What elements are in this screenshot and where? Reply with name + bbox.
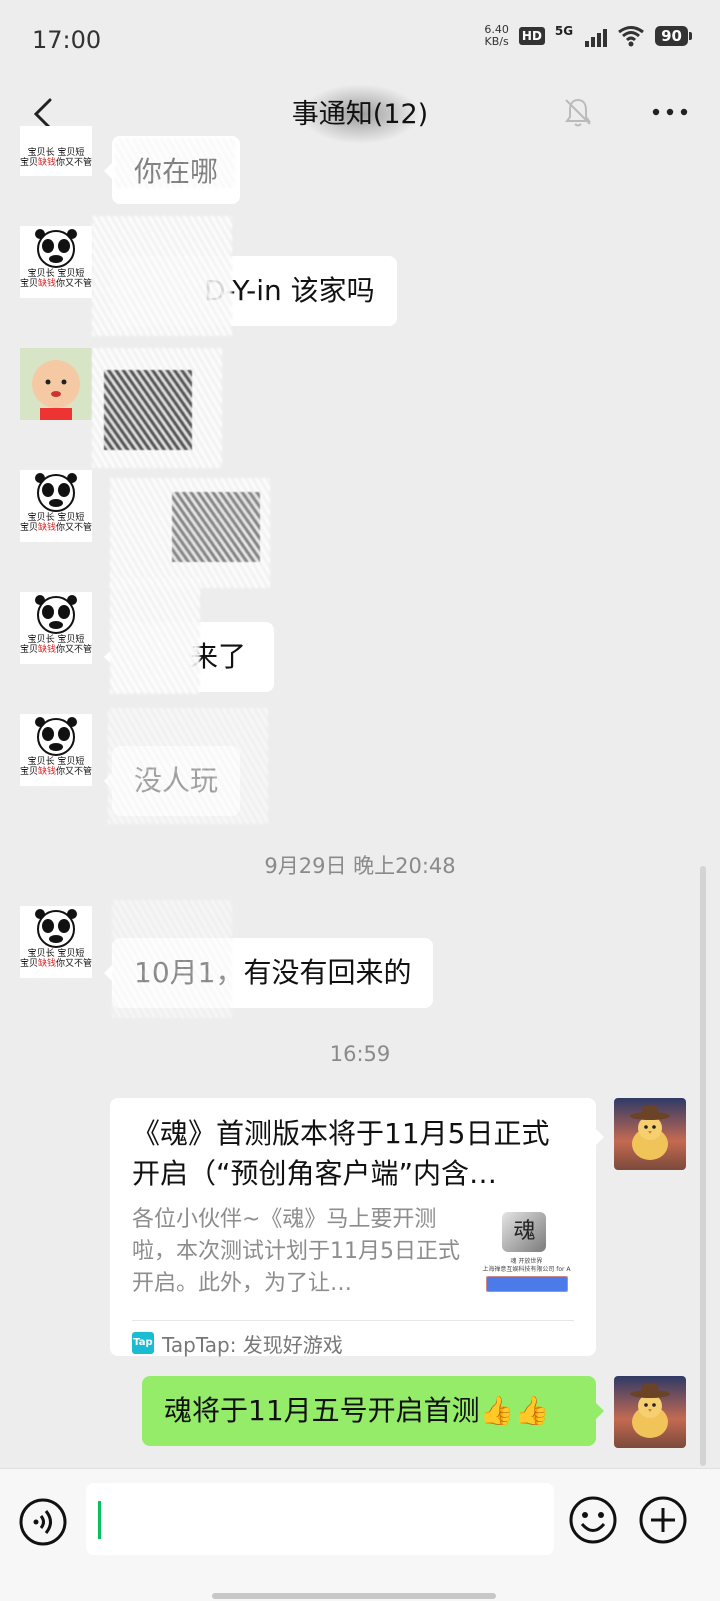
message-bubble[interactable]: D-Y-in 该家吗	[104, 256, 397, 326]
signal-icon	[585, 25, 608, 47]
message-text: 没人玩	[134, 764, 219, 797]
plus-icon[interactable]	[638, 1495, 688, 1545]
game-logo: 魂	[502, 1212, 547, 1252]
timestamp: 9月29日 晚上20:48	[264, 854, 456, 878]
avatar[interactable]: 宝贝长 宝贝短 宝贝缺钱你又不管	[20, 126, 92, 176]
avatar[interactable]: 宝贝长 宝贝短 宝贝缺钱你又不管	[20, 226, 92, 298]
chick-avatar	[630, 1106, 670, 1160]
avatar[interactable]: 宝贝长 宝贝短 宝贝缺钱你又不管	[20, 906, 92, 978]
panda-face	[35, 717, 77, 756]
card-description: 各位小伙伴~《魂》马上要开测啦，本次测试计划于11月5日正式开启。此外，为了让…	[132, 1207, 460, 1296]
message-text: D-Y-in 该家吗	[204, 274, 375, 307]
text-caret	[98, 1501, 101, 1539]
message-bubble[interactable]: 你在哪	[103, 136, 241, 204]
mute-icon	[565, 98, 591, 127]
taptap-icon: Tap	[132, 1332, 154, 1354]
source-label: TapTap: 发现好游戏	[162, 1332, 343, 1357]
card-thumbnail: 魂 魂 开放世界 上海禅意互娱科技有限公司 for A	[478, 1204, 574, 1296]
thumb-publisher: 上海禅意互娱科技有限公司 for A	[482, 1266, 571, 1273]
baby-face	[32, 360, 80, 420]
avatar-caption: 宝贝长 宝贝短 宝贝缺钱你又不管	[20, 513, 92, 533]
panda-face	[35, 909, 77, 948]
avatar[interactable]: 宝贝长 宝贝短 宝贝缺钱你又不管	[20, 592, 92, 664]
message-text: 魂将于11月五号开启首测👍👍	[164, 1394, 550, 1427]
message-bubble[interactable]: 10月1，有没有回来的	[103, 938, 434, 1008]
network-type: 5G	[554, 24, 574, 38]
message-bubble[interactable]: 来了	[104, 622, 274, 692]
wifi-icon	[618, 26, 645, 47]
message-bubble[interactable]: 没人玩	[103, 746, 241, 816]
avatar[interactable]: 宝贝长 宝贝短 宝贝缺钱你又不管	[20, 714, 92, 786]
emoji-icon[interactable]	[568, 1495, 618, 1545]
battery-level: 90	[655, 26, 688, 46]
home-indicator[interactable]	[212, 1593, 496, 1599]
redaction	[172, 492, 260, 562]
message-text: 来了	[190, 640, 247, 673]
chat-title: 事通知(12)	[291, 99, 429, 130]
redaction	[92, 348, 222, 468]
avatar[interactable]: 宝贝长 宝贝短 宝贝缺钱你又不管	[20, 470, 92, 542]
chat-header: 事通知(12)	[0, 80, 720, 154]
card-title: 《魂》首测版本将于11月5日正式开启（“预创角客户端”内含…	[132, 1117, 550, 1190]
redaction	[110, 478, 270, 588]
chick-avatar	[630, 1384, 670, 1438]
more-icon[interactable]	[648, 102, 692, 122]
timestamp: 16:59	[329, 1042, 391, 1066]
avatar-caption: 宝贝长 宝贝短 宝贝缺钱你又不管	[20, 635, 92, 655]
share-card[interactable]: 《魂》首测版本将于11月5日正式开启（“预创角客户端”内含… 各位小伙伴~《魂》…	[110, 1098, 604, 1357]
avatar-caption: 宝贝长 宝贝短 宝贝缺钱你又不管	[20, 269, 92, 289]
scrollbar[interactable]	[700, 866, 706, 1466]
status-icons: 6.40 KB/s HD 5G 90	[484, 24, 692, 48]
input-bar	[0, 1468, 720, 1601]
outgoing-message[interactable]: 魂将于11月五号开启首测👍👍	[142, 1376, 604, 1446]
panda-face	[35, 229, 77, 268]
avatar-caption: 宝贝长 宝贝短 宝贝缺钱你又不管	[20, 148, 92, 168]
net-speed: 6.40 KB/s	[484, 24, 509, 48]
thumb-button	[486, 1276, 569, 1292]
redaction	[104, 370, 192, 450]
panda-face	[35, 473, 77, 512]
message-input[interactable]	[86, 1483, 554, 1555]
status-bar: 17:00 6.40 KB/s HD 5G 90	[0, 0, 720, 80]
avatar-caption: 宝贝长 宝贝短 宝贝缺钱你又不管	[20, 949, 92, 969]
battery-icon: 90	[655, 26, 692, 46]
message-text: 你在哪	[134, 155, 219, 188]
my-avatar[interactable]	[614, 1376, 686, 1448]
net-speed-unit: KB/s	[484, 35, 509, 48]
my-avatar[interactable]	[614, 1098, 686, 1170]
avatar[interactable]	[20, 348, 92, 420]
panda-face	[35, 595, 77, 634]
hd-icon: HD	[518, 27, 545, 45]
message-text: 10月1，有没有回来的	[134, 956, 412, 989]
status-time: 17:00	[32, 26, 102, 54]
voice-icon[interactable]	[18, 1497, 68, 1547]
avatar-caption: 宝贝长 宝贝短 宝贝缺钱你又不管	[20, 757, 92, 777]
card-source: Tap TapTap: 发现好游戏	[132, 1321, 574, 1365]
